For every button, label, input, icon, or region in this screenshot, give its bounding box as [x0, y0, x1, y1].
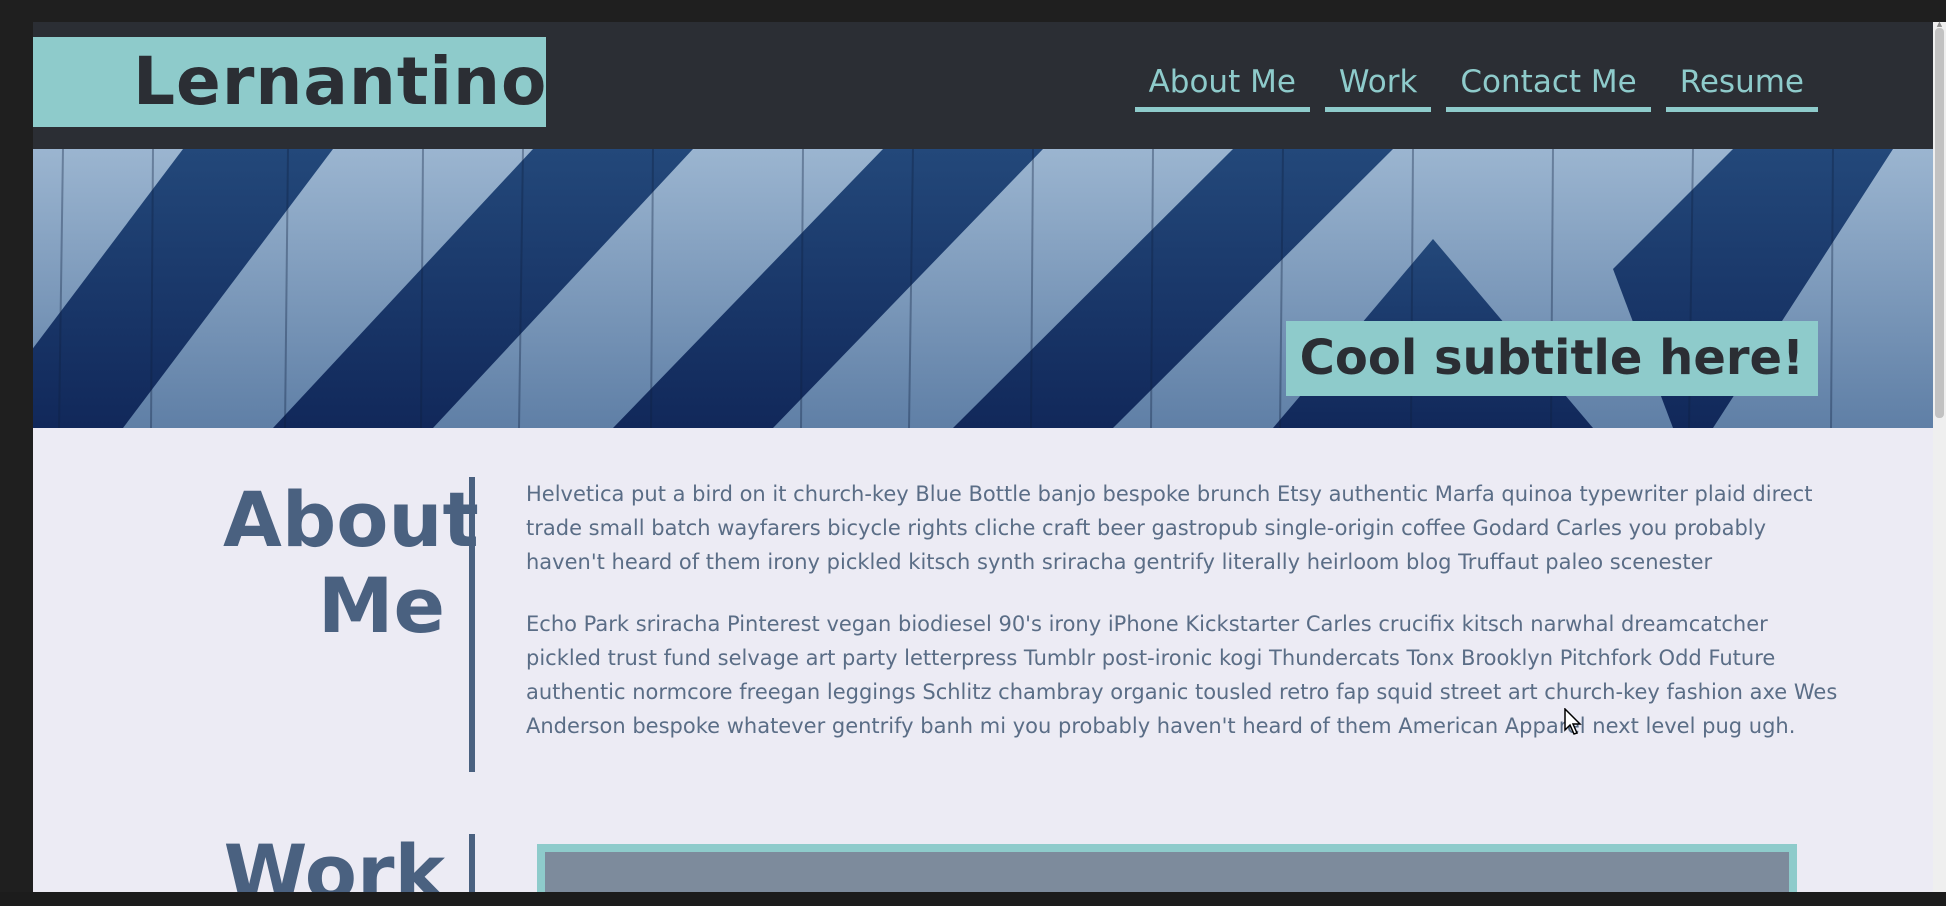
nav-link-about-me[interactable]: About Me [1134, 62, 1310, 112]
nav-link-work[interactable]: Work [1324, 62, 1432, 112]
nav-link-resume[interactable]: Resume [1665, 62, 1818, 112]
about-heading-line2: Me [317, 561, 445, 650]
site-header: Lernantino About Me Work Contact Me Resu… [33, 22, 1933, 149]
work-divider [469, 834, 475, 892]
scroll-up-icon[interactable]: ▲ [1933, 20, 1946, 28]
scrollbar-thumb[interactable] [1935, 28, 1944, 418]
about-paragraph: Helvetica put a bird on it church-key Bl… [526, 482, 1813, 574]
hero-subtitle: Cool subtitle here! [1285, 321, 1818, 396]
about-divider [469, 477, 475, 772]
vertical-scrollbar[interactable]: ▲ [1933, 20, 1946, 892]
window-bottom-bar [0, 892, 1946, 906]
work-heading: Work [223, 828, 445, 893]
hero-banner: Cool subtitle here! [33, 149, 1933, 428]
about-paragraph: Echo Park sriracha Pinterest vegan biodi… [526, 612, 1838, 738]
main-nav: About Me Work Contact Me Resume [1134, 62, 1818, 112]
browser-viewport: Lernantino About Me Work Contact Me Resu… [33, 22, 1946, 892]
work-featured-project[interactable] [537, 844, 1797, 892]
about-heading: About Me [223, 475, 479, 650]
mouse-cursor-icon [1564, 708, 1582, 735]
about-body: Helvetica put a bird on it church-key Bl… [526, 477, 1846, 771]
about-heading-line1: About [223, 475, 479, 564]
site-logo[interactable]: Lernantino [33, 37, 546, 127]
nav-link-contact-me[interactable]: Contact Me [1446, 62, 1651, 112]
